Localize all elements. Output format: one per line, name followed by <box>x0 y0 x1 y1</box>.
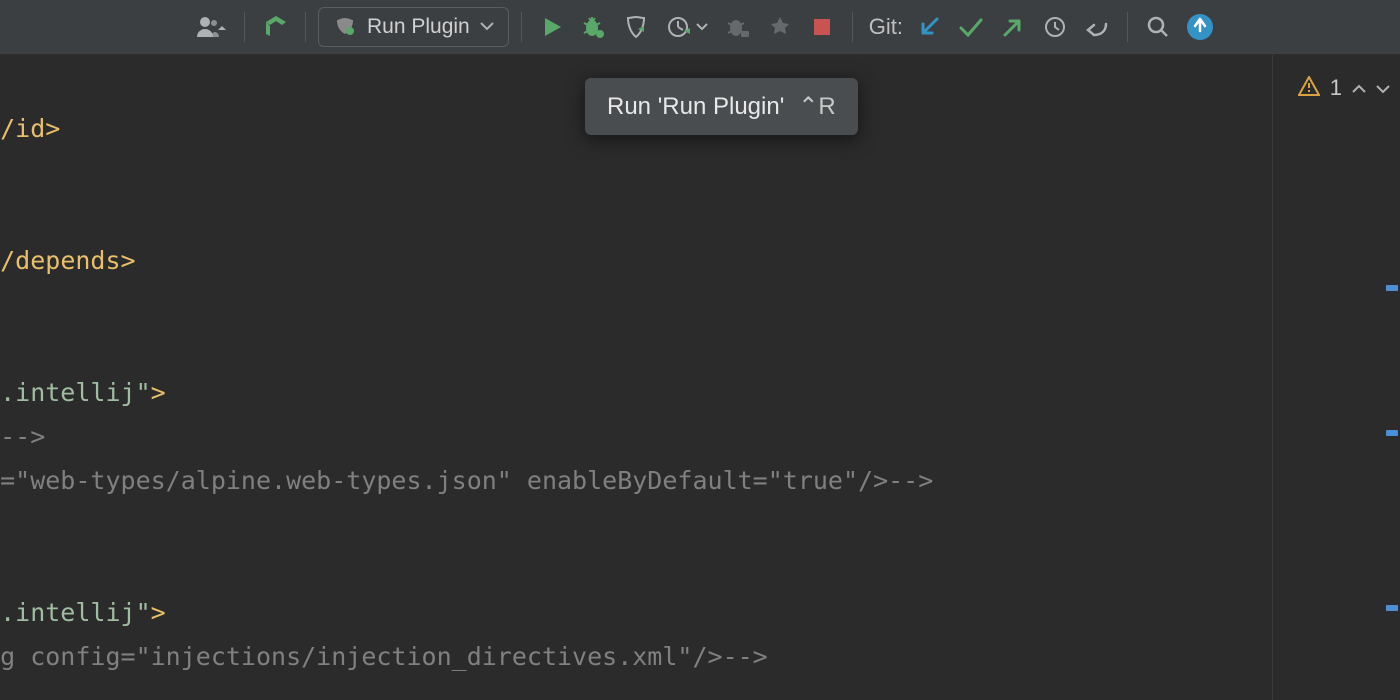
code-line: fig config="injections/injection_directi… <box>0 635 933 679</box>
toolbar-separator <box>244 12 245 42</box>
run-config-icon <box>333 14 357 41</box>
toolbar-separator <box>1127 12 1128 42</box>
chevron-down-icon <box>480 18 494 36</box>
marker-stripe[interactable] <box>1386 430 1398 436</box>
code-line <box>0 503 933 547</box>
debug-button[interactable] <box>576 9 612 45</box>
toolbar-separator <box>521 12 522 42</box>
inspection-next-icon[interactable] <box>1376 77 1390 100</box>
git-push-button[interactable] <box>995 9 1031 45</box>
editor-area: ></id> ></depends> om.intellij">/ -->ce=… <box>0 55 1400 700</box>
inspection-widget[interactable]: 1 <box>1298 75 1390 101</box>
build-button[interactable] <box>257 9 293 45</box>
tooltip-shortcut: ⌃R <box>798 92 835 121</box>
attach-debugger-button[interactable] <box>720 9 756 45</box>
tooltip-text: Run 'Run Plugin' <box>607 93 784 121</box>
toolbar-separator <box>305 12 306 42</box>
git-history-button[interactable] <box>1037 9 1073 45</box>
user-with-me-button[interactable] <box>190 9 232 45</box>
marker-stripe[interactable] <box>1386 285 1398 291</box>
search-everywhere-button[interactable] <box>1140 9 1176 45</box>
stop-related-button[interactable] <box>762 9 798 45</box>
git-pull-button[interactable] <box>911 9 947 45</box>
warning-icon <box>1298 76 1320 101</box>
stop-button[interactable] <box>804 9 840 45</box>
code-line <box>0 151 933 195</box>
code-line: om.intellij"> <box>0 371 933 415</box>
profile-button[interactable] <box>660 9 714 45</box>
code-line <box>0 327 933 371</box>
run-coverage-button[interactable] <box>618 9 654 45</box>
code-line: / --> <box>0 415 933 459</box>
git-commit-button[interactable] <box>953 9 989 45</box>
marker-stripe[interactable] <box>1386 605 1398 611</box>
git-revert-button[interactable] <box>1079 9 1115 45</box>
warning-count: 1 <box>1330 75 1342 101</box>
code-line: rg.intellij"> <box>0 591 933 635</box>
code-line <box>0 195 933 239</box>
code-editor[interactable]: ></id> ></depends> om.intellij">/ -->ce=… <box>0 55 1272 700</box>
run-configuration-selector[interactable]: Run Plugin <box>318 7 509 47</box>
code-line: ce="web-types/alpine.web-types.json" ena… <box>0 459 933 503</box>
right-gutter: 1 <box>1272 55 1400 700</box>
code-line <box>0 283 933 327</box>
run-tooltip: Run 'Run Plugin' ⌃R <box>585 78 858 135</box>
run-config-label: Run Plugin <box>367 15 470 39</box>
run-button[interactable] <box>534 9 570 45</box>
git-label: Git: <box>865 14 905 40</box>
toolbar-separator <box>852 12 853 42</box>
inspection-prev-icon[interactable] <box>1352 77 1366 100</box>
sync-button[interactable] <box>1182 9 1218 45</box>
code-line: ></depends> <box>0 239 933 283</box>
code-line <box>0 547 933 591</box>
main-toolbar: Run Plugin Git: <box>0 0 1400 55</box>
